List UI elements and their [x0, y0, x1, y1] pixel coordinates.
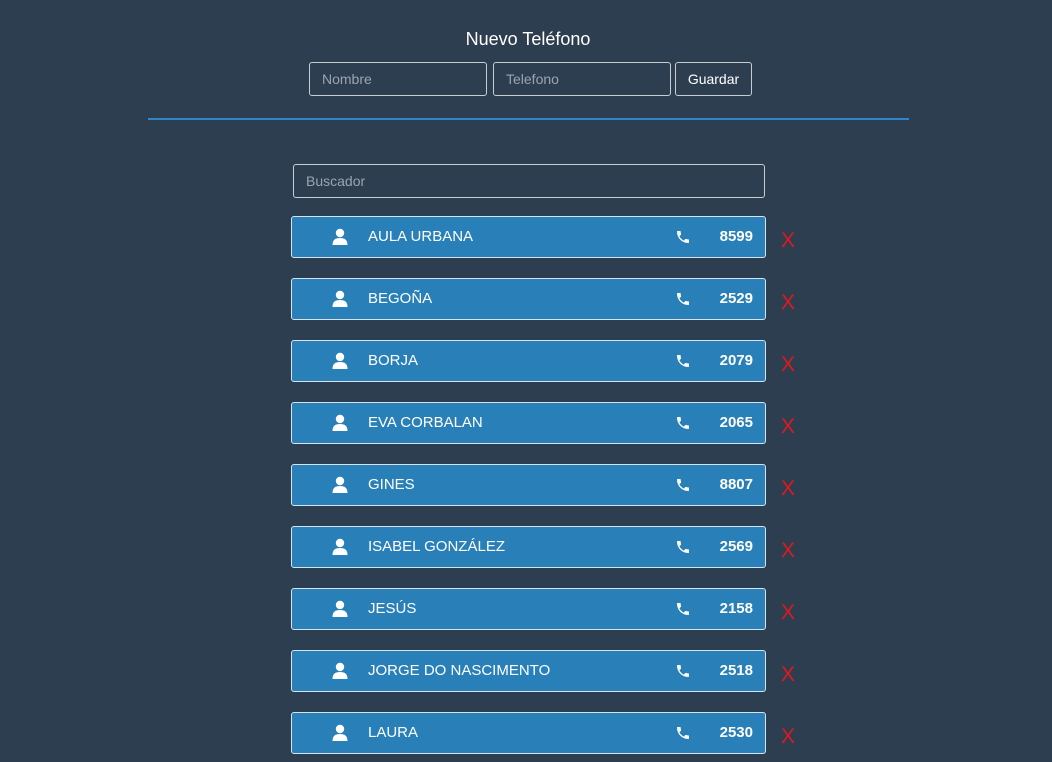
delete-button[interactable]: X	[781, 415, 795, 439]
contact-phone: 2079	[719, 352, 753, 369]
contact-card[interactable]: JORGE DO NASCIMENTO 2518	[291, 650, 766, 692]
contact-card[interactable]: BEGOÑA 2529	[291, 278, 766, 320]
user-icon	[332, 662, 348, 679]
user-icon	[332, 724, 348, 741]
contact-card[interactable]: BORJA 2079	[291, 340, 766, 382]
phone-icon	[677, 293, 689, 305]
phone-icon	[677, 417, 689, 429]
new-phone-form: Guardar	[309, 62, 752, 96]
delete-button[interactable]: X	[781, 601, 795, 625]
contact-phone: 2158	[719, 600, 753, 617]
contact-name: LAURA	[368, 724, 419, 741]
phone-icon	[677, 603, 689, 615]
contact-card[interactable]: JESÚS 2158	[291, 588, 766, 630]
contact-card[interactable]: AULA URBANA 8599	[291, 216, 766, 258]
name-input[interactable]	[309, 62, 487, 96]
list-item: AULA URBANA 8599 X	[291, 216, 811, 258]
divider	[148, 118, 909, 120]
contact-name: EVA CORBALAN	[368, 414, 483, 431]
list-item: BORJA 2079 X	[291, 340, 811, 382]
contact-phone: 8599	[719, 228, 753, 245]
user-icon	[332, 290, 348, 307]
delete-button[interactable]: X	[781, 291, 795, 315]
phone-icon	[677, 541, 689, 553]
contact-name: AULA URBANA	[368, 228, 474, 245]
contact-name: JORGE DO NASCIMENTO	[368, 662, 551, 679]
delete-button[interactable]: X	[781, 725, 795, 749]
phone-input[interactable]	[493, 62, 671, 96]
list-item: JORGE DO NASCIMENTO 2518 X	[291, 650, 811, 692]
contact-name: ISABEL GONZÁLEZ	[368, 538, 505, 555]
contact-name: BEGOÑA	[368, 290, 433, 307]
user-icon	[332, 600, 348, 617]
list-item: GINES 8807 X	[291, 464, 811, 506]
contact-card[interactable]: EVA CORBALAN 2065	[291, 402, 766, 444]
save-button[interactable]: Guardar	[675, 62, 752, 96]
delete-button[interactable]: X	[781, 663, 795, 687]
contact-card[interactable]: ISABEL GONZÁLEZ 2569	[291, 526, 766, 568]
delete-button[interactable]: X	[781, 539, 795, 563]
contact-card[interactable]: LAURA 2530	[291, 712, 766, 754]
search-input[interactable]	[293, 164, 765, 198]
list-item: JESÚS 2158 X	[291, 588, 811, 630]
contact-phone: 8807	[719, 476, 753, 493]
user-icon	[332, 352, 348, 369]
contact-phone: 2518	[719, 662, 753, 679]
contact-name: BORJA	[368, 352, 419, 369]
contact-list: AULA URBANA 8599 X BEGOÑA 2529 X BORJA 2…	[291, 216, 811, 762]
contact-phone: 2065	[719, 414, 753, 431]
phone-icon	[677, 231, 689, 243]
contact-phone: 2569	[719, 538, 753, 555]
delete-button[interactable]: X	[781, 353, 795, 377]
user-icon	[332, 414, 348, 431]
form-title: Nuevo Teléfono	[465, 29, 591, 49]
user-icon	[332, 538, 348, 555]
user-icon	[332, 476, 348, 493]
phone-icon	[677, 727, 689, 739]
delete-button[interactable]: X	[781, 229, 795, 253]
list-item: ISABEL GONZÁLEZ 2569 X	[291, 526, 811, 568]
list-item: EVA CORBALAN 2065 X	[291, 402, 811, 444]
phone-icon	[677, 479, 689, 491]
delete-button[interactable]: X	[781, 477, 795, 501]
list-item: BEGOÑA 2529 X	[291, 278, 811, 320]
contact-card[interactable]: GINES 8807	[291, 464, 766, 506]
contact-phone: 2530	[719, 724, 753, 741]
contact-name: JESÚS	[368, 600, 417, 617]
phone-icon	[677, 665, 689, 677]
contact-name: GINES	[368, 476, 415, 493]
contact-phone: 2529	[719, 290, 753, 307]
phonebook-page: Nuevo Teléfono Guardar AULA URBANA 8599 …	[0, 0, 1052, 762]
phone-icon	[677, 355, 689, 367]
list-item: LAURA 2530 X	[291, 712, 811, 754]
user-icon	[332, 228, 348, 245]
